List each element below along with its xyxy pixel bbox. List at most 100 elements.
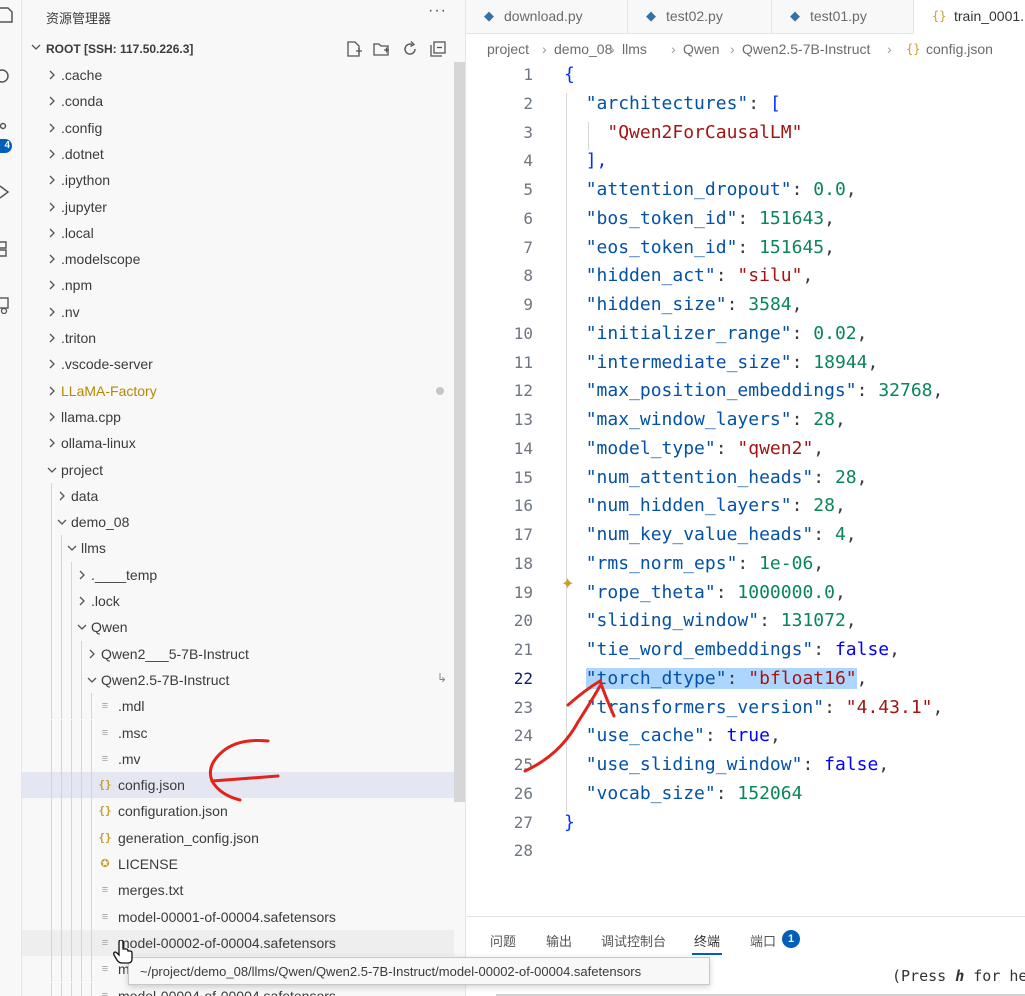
folder-nv[interactable]: .nv <box>22 299 454 325</box>
file-mdl[interactable]: ≡ .mdl <box>22 693 454 720</box>
code-line[interactable]: 1{ <box>466 62 1025 90</box>
folder-config[interactable]: .config <box>22 115 454 141</box>
folder-npm[interactable]: .npm <box>22 272 454 298</box>
code-line[interactable]: 23 "transformers_version": "4.43.1", <box>466 695 1025 723</box>
folder-project[interactable]: project <box>22 457 454 483</box>
folder-temp[interactable]: .____temp <box>22 561 454 588</box>
sidebar-scrollbar[interactable] <box>454 62 465 802</box>
folder-llms[interactable]: llms <box>22 535 454 562</box>
files-icon[interactable] <box>0 6 14 24</box>
folder-local[interactable]: .local <box>22 220 454 246</box>
code-line[interactable]: 6 "bos_token_id": 151643, <box>466 206 1025 234</box>
file-msc[interactable]: ≡ .msc <box>22 719 454 746</box>
editor-tab[interactable]: ◆ test01.py <box>772 0 914 34</box>
remote-explorer-icon[interactable] <box>0 296 14 314</box>
tab-terminal[interactable]: 终端 <box>694 931 720 950</box>
breadcrumb-item[interactable]: demo_08 <box>554 41 612 57</box>
code-line[interactable]: 11 "intermediate_size": 18944, <box>466 350 1025 378</box>
workspace-root[interactable]: ROOT [SSH: 117.50.226.3] <box>22 37 465 61</box>
breadcrumb-item[interactable]: Qwen2.5-7B-Instruct <box>742 41 870 57</box>
folder-qwen2-5-7b-instruct[interactable]: Qwen2___5-7B-Instruct <box>22 640 454 667</box>
code-line[interactable]: 16 "num_hidden_layers": 28, <box>466 493 1025 521</box>
code-line[interactable]: 4 ], <box>466 148 1025 176</box>
editor-tab[interactable]: ◆ test02.py <box>628 0 772 34</box>
folder-ollama-linux[interactable]: ollama-linux <box>22 430 454 456</box>
line-number: 17 <box>513 525 533 544</box>
code-line[interactable]: 13 "max_window_layers": 28, <box>466 407 1025 435</box>
code-line[interactable]: 10 "initializer_range": 0.02, <box>466 321 1025 349</box>
folder-conda[interactable]: .conda <box>22 88 454 114</box>
tab-debug-console[interactable]: 调试控制台 <box>601 931 666 950</box>
folder-modelscope[interactable]: .modelscope <box>22 246 454 272</box>
folder-ipython[interactable]: .ipython <box>22 167 454 193</box>
folder-cache[interactable]: .cache <box>22 62 454 88</box>
new-file-icon[interactable] <box>345 40 363 58</box>
file-license[interactable]: ✪ LICENSE <box>22 851 454 878</box>
sparkle-icon[interactable]: ✦ <box>561 574 574 594</box>
code-line[interactable]: 27} <box>466 810 1025 838</box>
folder-jupyter[interactable]: .jupyter <box>22 194 454 220</box>
code-line[interactable]: 2 "architectures": [ <box>466 91 1025 119</box>
run-debug-icon[interactable] <box>0 183 14 201</box>
folder-data[interactable]: data <box>22 482 454 510</box>
source-control-icon[interactable] <box>0 122 14 140</box>
code-line[interactable]: 5 "attention_dropout": 0.0, <box>466 177 1025 205</box>
code-line[interactable]: 21 "tie_word_embeddings": false, <box>466 637 1025 665</box>
folder-vscode-server[interactable]: .vscode-server <box>22 351 454 377</box>
folder-qwen2-5-7b-instruct[interactable]: Qwen2.5-7B-Instruct ↳ <box>22 666 454 694</box>
code-line[interactable]: 7 "eos_token_id": 151645, <box>466 235 1025 263</box>
code-line[interactable]: 12 "max_position_embeddings": 32768, <box>466 378 1025 406</box>
extensions-icon[interactable] <box>0 240 14 258</box>
tab-output[interactable]: 输出 <box>546 931 572 950</box>
file-config-json[interactable]: {} config.json <box>22 772 454 799</box>
code-line[interactable]: 22 "torch_dtype": "bfloat16", <box>466 666 1025 694</box>
refresh-icon[interactable] <box>401 40 419 58</box>
folder-llama-cpp[interactable]: llama.cpp <box>22 404 454 430</box>
code-line[interactable]: 14 "model_type": "qwen2", <box>466 436 1025 464</box>
line-number: 2 <box>523 93 533 113</box>
search-icon[interactable] <box>0 68 14 86</box>
file-generation-config-json[interactable]: {} generation_config.json <box>22 824 454 851</box>
folder-demo-08[interactable]: demo_08 <box>22 509 454 536</box>
tab-problems[interactable]: 问题 <box>490 931 516 950</box>
code-line[interactable]: 19 "rope_theta": 1000000.0, <box>466 580 1025 608</box>
code-line[interactable]: 9 "hidden_size": 3584, <box>466 292 1025 320</box>
file-model-00002-of-00004-safetensors[interactable]: ≡ model-00002-of-00004.safetensors <box>22 929 454 957</box>
code-line[interactable]: 15 "num_attention_heads": 28, <box>466 465 1025 493</box>
tab-ports[interactable]: 端口 <box>750 931 776 950</box>
code-line[interactable]: 28 <box>466 838 1025 866</box>
folder-llama-factory[interactable]: LLaMA-Factory <box>22 378 454 404</box>
code-line[interactable]: 17 "num_key_value_heads": 4, <box>466 522 1025 550</box>
file-model-00001-of-00004-safetensors[interactable]: ≡ model-00001-of-00004.safetensors <box>22 903 454 930</box>
breadcrumb-item[interactable]: Qwen <box>683 41 720 57</box>
code-line[interactable]: 24 "use_cache": true, <box>466 723 1025 751</box>
breadcrumb-item[interactable]: llms <box>622 41 647 57</box>
code-token: : <box>715 265 738 287</box>
new-folder-icon[interactable] <box>372 40 390 58</box>
terminal-output[interactable]: (Press h for hel <box>892 967 1025 985</box>
folder-lock[interactable]: .lock <box>22 588 454 615</box>
file-merges-txt[interactable]: ≡ merges.txt <box>22 877 454 904</box>
breadcrumb-item[interactable]: project <box>487 41 529 57</box>
folder-triton[interactable]: .triton <box>22 325 454 351</box>
code-line[interactable]: 8 "hidden_act": "silu", <box>466 263 1025 291</box>
more-actions-icon[interactable]: ··· <box>428 2 447 20</box>
breadcrumb-item[interactable]: config.json <box>926 41 993 57</box>
ports-badge: 1 <box>782 930 800 948</box>
code-line[interactable]: 25 "use_sliding_window": false, <box>466 752 1025 780</box>
folder-qwen[interactable]: Qwen <box>22 614 454 641</box>
code-line[interactable]: 3 "Qwen2ForCausalLM" <box>466 120 1025 148</box>
file-configuration-json[interactable]: {} configuration.json <box>22 798 454 825</box>
file-mv[interactable]: ≡ .mv <box>22 745 454 773</box>
folder-dotnet[interactable]: .dotnet <box>22 141 454 167</box>
code-token: 0.0 <box>813 179 846 200</box>
editor-tab[interactable]: {} train_0001. <box>914 0 1025 34</box>
collapse-all-icon[interactable] <box>429 40 447 58</box>
code-token: : <box>791 322 814 344</box>
code-text: "intermediate_size": 18944, <box>564 352 879 373</box>
code-token: "transformers_version" <box>585 696 825 718</box>
editor-tab[interactable]: ◆ download.py <box>466 0 628 34</box>
code-line[interactable]: 18 "rms_norm_eps": 1e-06, <box>466 551 1025 579</box>
code-line[interactable]: 26 "vocab_size": 152064 <box>466 781 1025 809</box>
code-line[interactable]: 20 "sliding_window": 131072, <box>466 608 1025 636</box>
